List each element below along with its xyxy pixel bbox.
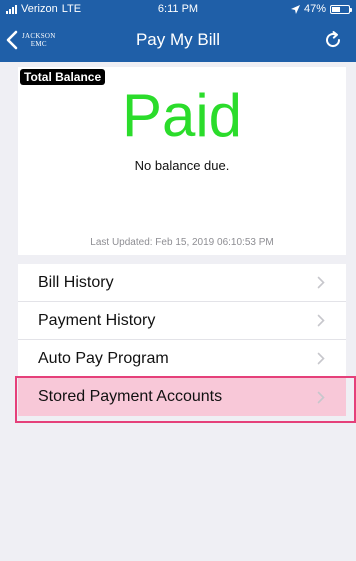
- last-updated: Last Updated: Feb 15, 2019 06:10:53 PM: [90, 237, 274, 248]
- chevron-right-icon: [314, 352, 328, 366]
- battery-percent: 47%: [303, 3, 326, 15]
- balance-status: Paid: [121, 82, 243, 149]
- status-bar: Verizon LTE 6:11 PM 47%: [0, 0, 356, 18]
- status-right: 47%: [290, 3, 352, 15]
- menu-item-label: Auto Pay Program: [38, 349, 169, 367]
- page-title: Pay My Bill: [135, 30, 221, 49]
- balance-message: No balance due.: [134, 158, 230, 173]
- chevron-right-icon: [314, 390, 328, 404]
- menu-item-payment-history[interactable]: Payment History: [18, 302, 346, 340]
- location-arrow-icon: [290, 4, 300, 14]
- balance-card: Total Balance Paid No balance due. Last …: [18, 67, 346, 255]
- chevron-right-icon: [314, 314, 328, 328]
- nav-bar: JACKSON EMC Pay My Bill: [0, 18, 356, 62]
- battery-icon: [330, 4, 352, 14]
- chevron-right-icon: [314, 276, 328, 290]
- menu-item-label: Bill History: [38, 273, 114, 291]
- menu-item-label: Stored Payment Accounts: [38, 388, 223, 405]
- refresh-button[interactable]: [320, 27, 346, 53]
- menu-item-stored-payment-accounts[interactable]: Stored Payment Accounts: [18, 378, 346, 416]
- menu-item-bill-history[interactable]: Bill History: [18, 264, 346, 302]
- menu-item-auto-pay-program[interactable]: Auto Pay Program: [18, 340, 346, 378]
- menu-item-label: Payment History: [38, 311, 156, 329]
- refresh-icon: [326, 31, 341, 48]
- pay-menu: Bill History Payment History Auto Pay Pr…: [18, 264, 346, 416]
